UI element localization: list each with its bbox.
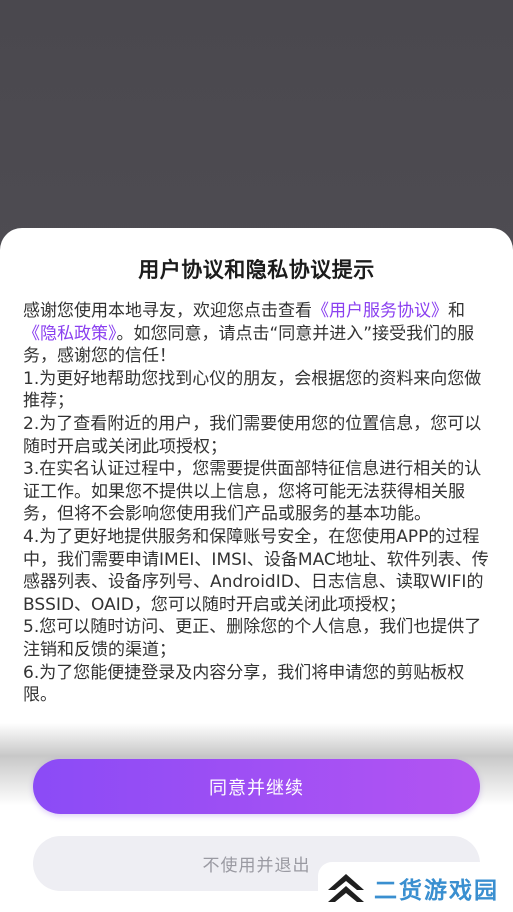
- agreement-item: 6.为了您能便捷登录及内容分享，我们将申请您的剪贴板权限。: [23, 662, 465, 706]
- dialog-title: 用户协议和隐私协议提示: [138, 258, 375, 282]
- intro-and-text: 和: [448, 301, 465, 321]
- agreement-item: 3.在实名认证过程中，您需要提供面部特征信息进行相关的认证工作。如果您不提供以上…: [23, 459, 482, 525]
- watermark-text: 二货游戏园: [374, 878, 499, 904]
- intro-text: 感谢您使用本地寻友，欢迎您点击查看: [23, 301, 312, 321]
- user-service-agreement-link[interactable]: 《用户服务协议》: [312, 301, 448, 321]
- agreement-item: 5.您可以随时访问、更正、删除您的个人信息，我们也提供了注销和反馈的渠道；: [23, 617, 482, 660]
- agreement-text: 感谢您使用本地寻友，欢迎您点击查看《用户服务协议》和《隐私政策》。如您同意，请点…: [23, 300, 490, 748]
- agreement-item: 1.为更好地帮助您找到心仪的朋友，会根据您的资料来向您做推荐；: [23, 368, 482, 412]
- agree-continue-button[interactable]: 同意并继续: [33, 759, 480, 814]
- privacy-policy-link[interactable]: 《隐私政策》: [23, 324, 117, 344]
- watermark: 二货游戏园: [318, 862, 513, 912]
- double-chevron-up-logo-icon: [328, 874, 364, 902]
- agreement-item: 2.为了查看附近的用户，我们需要使用您的位置信息，您可以随时开启或关闭此项授权；: [23, 413, 482, 457]
- agreement-dialog: 用户协议和隐私协议提示 感谢您使用本地寻友，欢迎您点击查看《用户服务协议》和《隐…: [0, 228, 513, 912]
- agreement-item: 4.为了更好地提供服务和保障账号安全，在您使用APP的过程中，我们需要申请IME…: [23, 526, 489, 615]
- intro-paragraph: 感谢您使用本地寻友，欢迎您点击查看《用户服务协议》和《隐私政策》。如您同意，请点…: [23, 300, 490, 368]
